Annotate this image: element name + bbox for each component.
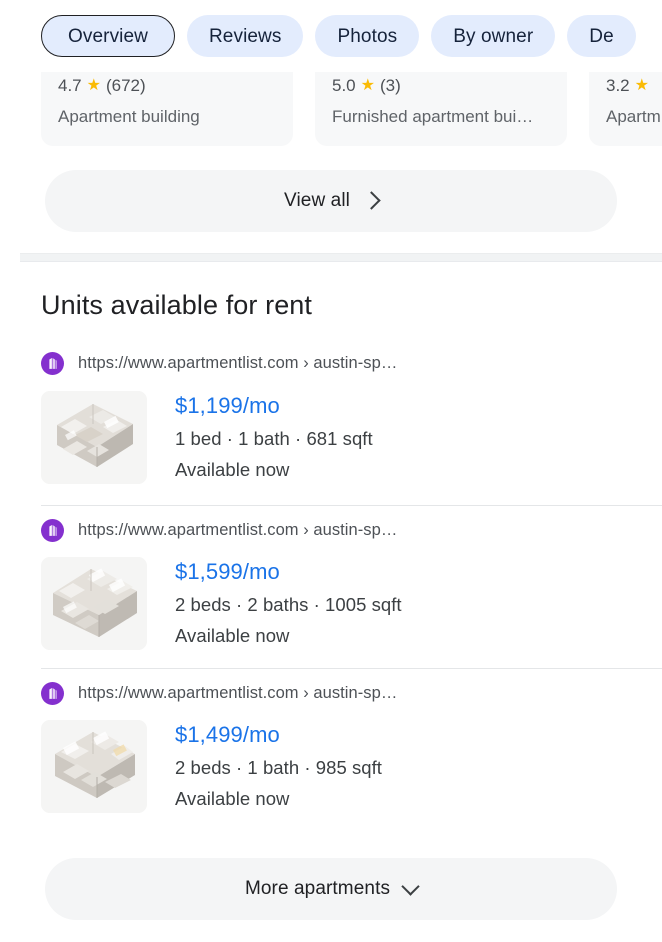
apartmentlist-icon	[41, 352, 64, 375]
tab-reviews[interactable]: Reviews	[186, 15, 304, 57]
chevron-down-icon	[401, 876, 420, 896]
listing-divider	[41, 505, 662, 506]
listing-availability: Available now	[175, 625, 290, 646]
listing-availability: Available now	[175, 459, 290, 480]
listing-divider	[41, 668, 662, 669]
tab-chip-bar[interactable]: Overview Reviews Photos By owner De	[0, 0, 662, 72]
section-separator	[20, 253, 662, 262]
more-apartments-button[interactable]: More apartments	[45, 858, 617, 920]
tab-overview[interactable]: Overview	[41, 15, 175, 57]
floor-plan-thumbnail[interactable]	[41, 720, 147, 813]
listing-specs: 2 beds · 2 baths · 1005 sqft	[175, 594, 402, 615]
listing-url: https://www.apartmentlist.com › austin-s…	[78, 521, 398, 539]
nearby-places-carousel[interactable]: 4.7 ★ (672) Apartment building 5.0 ★ (3)…	[0, 60, 662, 150]
floor-plan-thumbnail[interactable]	[41, 557, 147, 650]
place-rating: 5.0 ★ (3)	[332, 76, 551, 96]
tab-photos[interactable]: Photos	[315, 15, 420, 57]
listing-source-row[interactable]: https://www.apartmentlist.com › austin-s…	[41, 519, 397, 542]
tab-by-owner[interactable]: By owner	[431, 15, 556, 57]
listing-body: $1,599/mo 2 beds · 2 baths · 1005 sqft A…	[41, 557, 402, 650]
place-card[interactable]: 3.2 ★ Apartm	[589, 60, 662, 146]
listing-availability: Available now	[175, 788, 290, 809]
star-icon: ★	[86, 77, 101, 94]
place-card[interactable]: 4.7 ★ (672) Apartment building	[41, 60, 293, 146]
listing-details: $1,199/mo 1 bed · 1 bath · 681 sqft Avai…	[175, 391, 373, 484]
tab-details[interactable]: De	[567, 15, 636, 57]
place-card-row: 4.7 ★ (672) Apartment building 5.0 ★ (3)…	[41, 60, 662, 146]
page-title: Units available for rent	[41, 290, 313, 320]
place-rating: 3.2 ★	[606, 76, 662, 96]
place-type: Apartm	[606, 107, 661, 126]
rating-value: 4.7	[58, 76, 82, 95]
rating-value: 3.2	[606, 76, 630, 95]
apartmentlist-icon	[41, 682, 64, 705]
listing-specs: 2 beds · 1 bath · 985 sqft	[175, 757, 382, 778]
view-all-label: View all	[284, 190, 350, 211]
chevron-right-icon	[362, 191, 381, 210]
listing-source-row[interactable]: https://www.apartmentlist.com › austin-s…	[41, 352, 397, 375]
listing-price[interactable]: $1,499/mo	[175, 722, 382, 748]
listing-details: $1,499/mo 2 beds · 1 bath · 985 sqft Ava…	[175, 720, 382, 813]
listing-price[interactable]: $1,199/mo	[175, 393, 373, 419]
listing-url: https://www.apartmentlist.com › austin-s…	[78, 684, 398, 702]
view-all-button[interactable]: View all	[45, 170, 617, 232]
search-result-page: 4.7 ★ (672) Apartment building 5.0 ★ (3)…	[0, 0, 662, 942]
apartmentlist-icon	[41, 519, 64, 542]
star-icon: ★	[360, 77, 375, 94]
place-card[interactable]: 5.0 ★ (3) Furnished apartment bui…	[315, 60, 567, 146]
listing-body: $1,199/mo 1 bed · 1 bath · 681 sqft Avai…	[41, 391, 373, 484]
rating-value: 5.0	[332, 76, 356, 95]
review-count: (672)	[105, 76, 146, 95]
listing-url: https://www.apartmentlist.com › austin-s…	[78, 354, 398, 372]
listing-body: $1,499/mo 2 beds · 1 bath · 985 sqft Ava…	[41, 720, 382, 813]
review-count: (3)	[379, 76, 401, 95]
listing-details: $1,599/mo 2 beds · 2 baths · 1005 sqft A…	[175, 557, 402, 650]
star-icon: ★	[634, 77, 649, 94]
listing-price[interactable]: $1,599/mo	[175, 559, 402, 585]
place-type: Apartment building	[58, 107, 200, 126]
listing-source-row[interactable]: https://www.apartmentlist.com › austin-s…	[41, 682, 397, 705]
more-apartments-label: More apartments	[244, 878, 391, 899]
place-type: Furnished apartment bui…	[332, 107, 534, 126]
place-rating: 4.7 ★ (672)	[58, 76, 277, 96]
floor-plan-thumbnail[interactable]	[41, 391, 147, 484]
listing-specs: 1 bed · 1 bath · 681 sqft	[175, 428, 373, 449]
